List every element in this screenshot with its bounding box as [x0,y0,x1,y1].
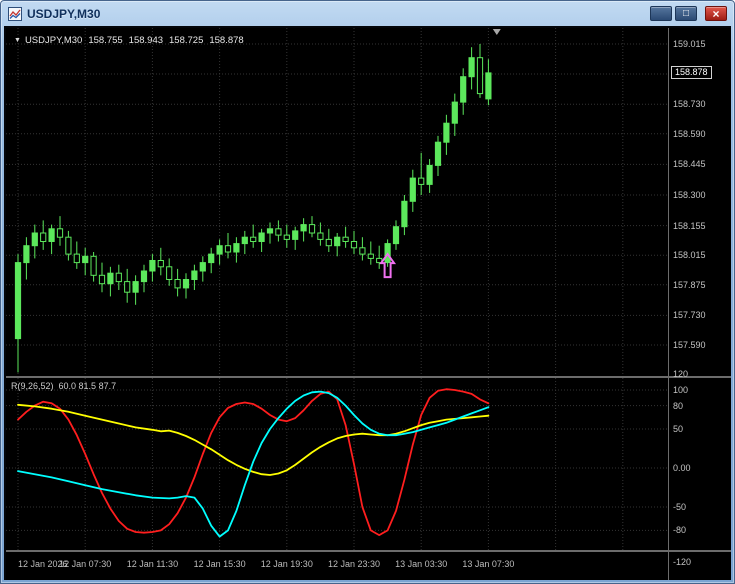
time-axis-label: 12 Jan 15:30 [193,559,246,569]
indicator-readout: R(9,26,52) 60.0 81.5 87.7 [11,381,121,391]
current-price-box: 158.878 [671,65,712,79]
price-axis-column[interactable]: 159.015 158.730 158.590 158.445 158.300 158.1… [668,28,731,580]
chart-client-area: ▼ USDJPY,M30 158.755 158.943 158.725 158.878 … [4,26,731,580]
chart-frame: ▼ USDJPY,M30 158.755 158.943 158.725 158.878 … [6,28,731,580]
indicator-axis-label: -120 [673,556,692,567]
indicator-axis-label: -50 [673,502,687,512]
minimize-icon: _ [658,11,664,21]
close-icon: × [712,6,720,21]
ohlc-close: 158.878 [209,35,244,46]
indicator-name: R(9,26,52) [11,381,54,391]
mt4-chart-window: USDJPY,M30 _ □ × ▼ USDJPY,M30 158.755 158.9… [0,0,735,584]
time-axis-label: 12 Jan 07:30 [59,559,112,569]
indicator-axis-label: 80 [673,400,684,411]
window-title: USDJPY,M30 [27,6,101,21]
time-axis-label: 13 Jan 03:30 [395,559,448,569]
chart-shift-marker-icon [492,29,501,35]
indicator-svg [6,378,668,550]
indicator-axis-label: 0.00 [673,463,691,473]
price-chart-pane[interactable] [6,28,668,376]
indicator-values: 60.0 81.5 87.7 [58,381,117,391]
price-axis-label: 158.590 [673,128,706,139]
symbol-marker-icon: ▼ [14,37,21,44]
ohlc-open: 158.755 [88,35,123,46]
price-axis-label: 157.590 [673,340,706,350]
indicator-axis-label: -80 [673,525,687,536]
time-axis-label: 13 Jan 07:30 [462,559,515,569]
price-axis-label: 159.015 [673,39,706,49]
window-controls: _ □ × [650,6,727,21]
indicator-axis-label: 50 [673,424,684,434]
price-axis-label: 158.300 [673,190,706,200]
indicator-pane[interactable] [6,378,668,550]
close-button[interactable]: × [705,6,727,21]
minimize-button[interactable]: _ [650,6,672,21]
ohlc-high: 158.943 [128,35,164,46]
indicator-axis-label: 100 [673,385,689,395]
ohlc-low: 158.725 [169,35,204,46]
price-axis-label: 158.015 [673,250,706,261]
indicator-axis-label: 120 [673,369,689,380]
window-titlebar[interactable]: USDJPY,M30 _ □ × [3,2,732,25]
chart-window-icon [8,6,22,21]
indicator-axis[interactable]: 120 100 80 50 0.00 -50 -80 -120 [669,369,731,566]
price-axis[interactable]: 159.015 158.730 158.590 158.445 158.300 158.1… [669,28,731,378]
price-axis-label: 158.445 [673,159,706,170]
price-chart-svg [6,28,668,376]
price-axis-label: 158.730 [673,99,706,110]
price-axis-label: 157.730 [673,310,706,321]
maximize-icon: □ [682,7,690,19]
time-axis-label: 12 Jan 19:30 [260,559,313,569]
ohlc-symbol: USDJPY,M30 [24,35,83,46]
indicator-line-mid-yellow [17,403,490,476]
price-axis-label: 157.875 [673,279,706,290]
time-axis[interactable]: 12 Jan 2026 12 Jan 07:30 12 Jan 11:30 12 Ja… [6,552,668,580]
time-axis-label: 12 Jan 11:30 [126,559,179,569]
ohlc-readout: ▼ USDJPY,M30 158.755 158.943 158.725 158.878 [14,35,250,46]
maximize-button[interactable]: □ [675,6,697,21]
price-axis-label: 158.155 [673,220,706,231]
time-axis-label: 12 Jan 23:30 [327,559,381,569]
